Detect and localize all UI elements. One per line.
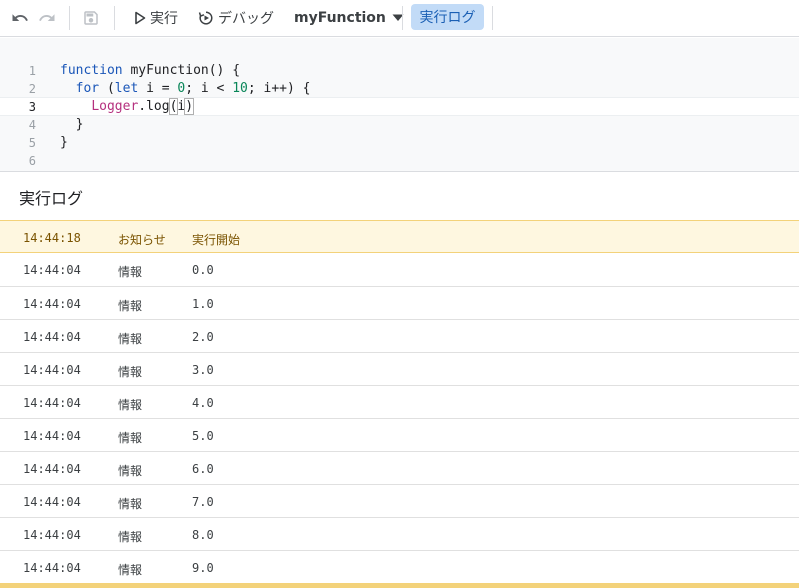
- log-row: 14:44:04 情報 2.0: [0, 319, 799, 352]
- log-level: 情報: [118, 365, 143, 379]
- run-button[interactable]: 実行: [134, 5, 178, 31]
- log-message: 1.0: [192, 297, 214, 311]
- log-time: 14:44:04: [23, 330, 81, 344]
- log-level: 情報: [118, 530, 143, 544]
- log-time: 14:44:04: [23, 263, 81, 277]
- log-row: 14:44:04 情報 3.0: [0, 352, 799, 385]
- code-line: 5 }: [0, 134, 799, 152]
- log-message: 6.0: [192, 462, 214, 476]
- log-level: お知らせ: [118, 233, 166, 247]
- toolbar-divider: [402, 6, 403, 30]
- log-level: 情報: [118, 265, 143, 279]
- log-level: 情報: [118, 497, 143, 511]
- log-row: 14:44:04 情報 4.0: [0, 385, 799, 418]
- line-number: 4: [28, 118, 36, 132]
- log-time: 14:44:04: [23, 429, 81, 443]
- log-row-notice: 14:44:18 お知らせ 実行開始: [0, 220, 799, 253]
- log-message: 8.0: [192, 528, 214, 542]
- toolbar-divider: [69, 6, 70, 30]
- code-text: for (let i = 0; i < 10; i++) {: [75, 81, 311, 96]
- redo-icon[interactable]: [37, 8, 57, 28]
- execution-log-button[interactable]: 実行ログ: [411, 4, 484, 30]
- function-select[interactable]: myFunction: [294, 5, 404, 31]
- code-text: Logger.log(i): [91, 98, 195, 115]
- play-icon: [135, 11, 146, 25]
- code-line: 4 }: [0, 116, 799, 134]
- code-text: function myFunction() {: [60, 63, 241, 78]
- log-row: 14:44:04 情報 8.0: [0, 517, 799, 550]
- toolbar-divider: [492, 6, 493, 30]
- log-level: 情報: [118, 299, 143, 313]
- log-message: 9.0: [192, 561, 214, 575]
- toolbar-divider: [114, 6, 115, 30]
- log-message: 2.0: [192, 330, 214, 344]
- log-message: 0.0: [192, 263, 214, 277]
- code-text: }: [60, 135, 68, 150]
- log-message: 4.0: [192, 396, 214, 410]
- log-time: 14:44:18: [23, 231, 81, 245]
- log-title: 実行ログ: [19, 189, 84, 208]
- log-message: 3.0: [192, 363, 214, 377]
- line-number: 3: [28, 100, 36, 114]
- code-text: }: [60, 117, 84, 132]
- line-number: 6: [28, 154, 36, 168]
- code-line: 1 function myFunction() {: [0, 62, 799, 80]
- log-row: 14:44:04 情報 9.0: [0, 550, 799, 583]
- debug-button[interactable]: デバッグ: [198, 5, 274, 31]
- log-level: 情報: [118, 464, 143, 478]
- log-level: 情報: [118, 398, 143, 412]
- code-editor[interactable]: 1 function myFunction() { 2 for (let i =…: [0, 38, 799, 172]
- log-message: 7.0: [192, 495, 214, 509]
- log-time: 14:44:04: [23, 462, 81, 476]
- log-time: 14:44:04: [23, 495, 81, 509]
- line-number: 1: [28, 64, 36, 78]
- undo-icon[interactable]: [10, 8, 30, 28]
- log-level: 情報: [118, 563, 143, 577]
- log-message: 実行開始: [192, 233, 241, 247]
- log-level: 情報: [118, 332, 143, 346]
- run-label: 実行: [150, 11, 178, 27]
- log-time: 14:44:04: [23, 363, 81, 377]
- log-row: 14:44:04 情報 5.0: [0, 418, 799, 451]
- log-panel-bottom-border: [0, 583, 799, 588]
- log-row: 14:44:04 情報 6.0: [0, 451, 799, 484]
- save-icon[interactable]: [81, 8, 101, 28]
- log-row: 14:44:04 情報 7.0: [0, 484, 799, 517]
- log-time: 14:44:04: [23, 528, 81, 542]
- line-number: 2: [28, 82, 36, 96]
- debug-label: デバッグ: [218, 11, 274, 27]
- toolbar: 実行 デバッグ myFunction 実行ログ: [0, 0, 799, 37]
- log-time: 14:44:04: [23, 396, 81, 410]
- log-row: 14:44:04 情報 0.0: [0, 253, 799, 286]
- code-line: 6: [0, 152, 799, 170]
- log-message: 5.0: [192, 429, 214, 443]
- debug-icon: [198, 11, 213, 25]
- execution-log-panel: 実行ログ 14:44:18 お知らせ 実行開始 14:44:04 情報 0.0 …: [0, 173, 799, 588]
- log-time: 14:44:04: [23, 297, 81, 311]
- log-level: 情報: [118, 431, 143, 445]
- function-select-value: myFunction: [294, 10, 386, 26]
- log-row: 14:44:04 情報 1.0: [0, 286, 799, 319]
- code-line: 2 for (let i = 0; i < 10; i++) {: [0, 80, 799, 98]
- line-number: 5: [28, 136, 36, 150]
- code-line-active: 3 Logger.log(i): [0, 97, 799, 116]
- log-time: 14:44:04: [23, 561, 81, 575]
